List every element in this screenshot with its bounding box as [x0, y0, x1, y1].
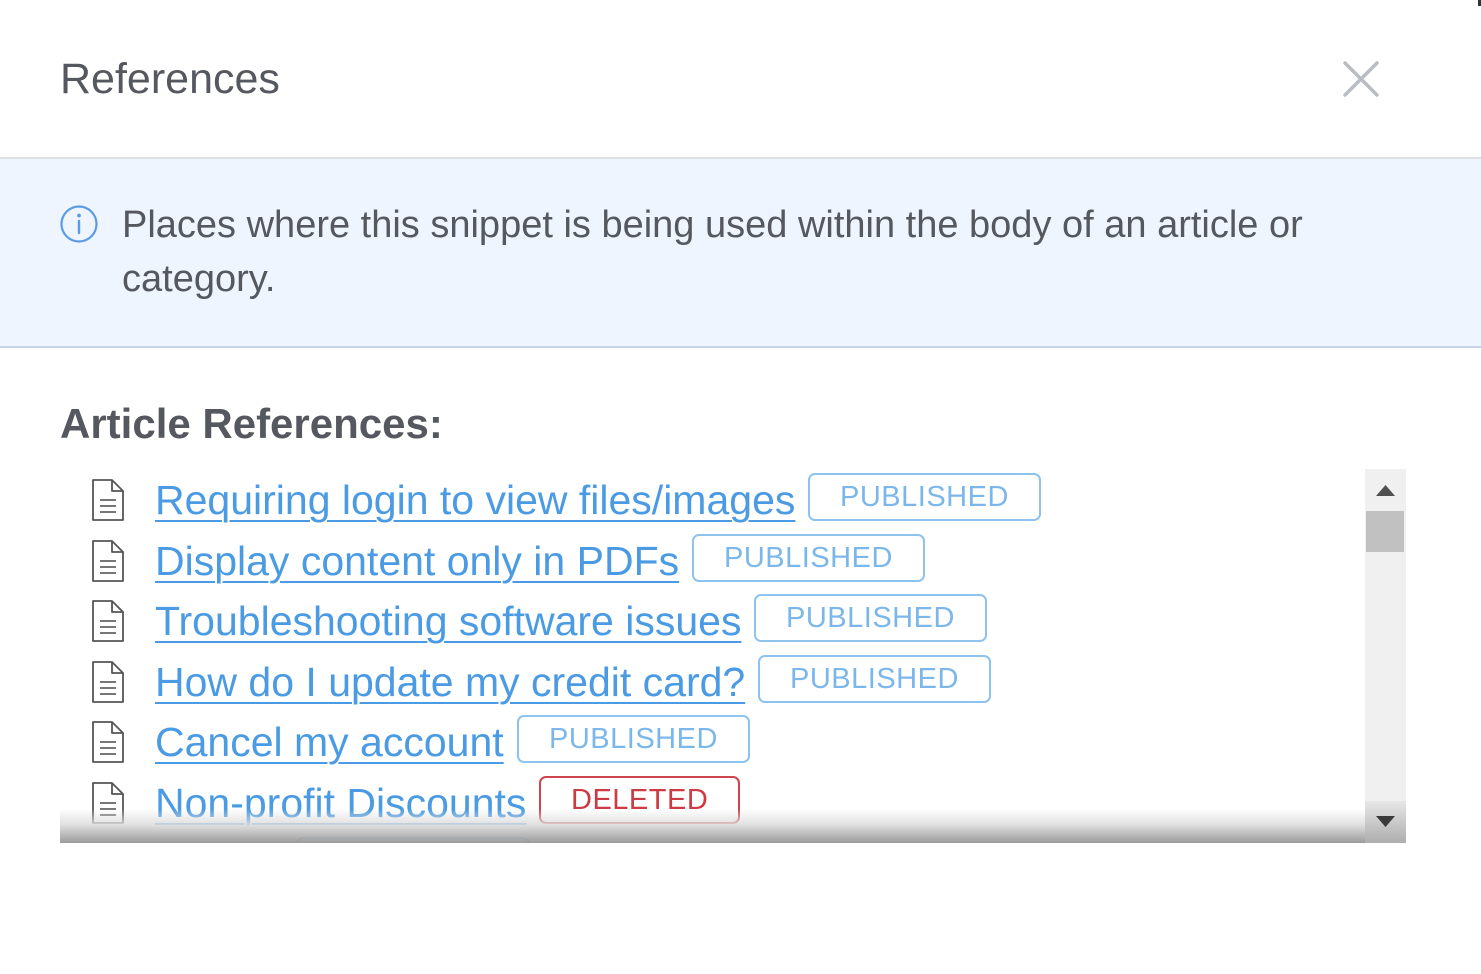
- scrollbar[interactable]: [1365, 469, 1406, 843]
- status-badge-partial: [296, 836, 530, 843]
- reference-item-partial: [60, 835, 1360, 843]
- references-modal: References Places where this snippet is …: [0, 0, 1481, 974]
- info-icon: [60, 205, 98, 243]
- modal-title: References: [60, 55, 280, 103]
- reference-link[interactable]: Requiring login to view files/images: [155, 475, 795, 525]
- reference-link[interactable]: Display content only in PDFs: [155, 536, 679, 586]
- reference-item: Non-profit Discounts DELETED: [60, 774, 1360, 835]
- reference-item: Troubleshooting software issues PUBLISHED: [60, 592, 1360, 653]
- document-icon: [92, 479, 124, 521]
- article-references-heading: Article References:: [60, 400, 443, 447]
- status-badge: DELETED: [539, 775, 741, 824]
- document-icon: [92, 600, 124, 643]
- info-text: Places where this snippet is being used …: [122, 204, 1303, 300]
- reference-link[interactable]: Non-profit Discounts: [155, 778, 526, 828]
- reference-item: Cancel my account PUBLISHED: [60, 713, 1360, 774]
- reference-item: Display content only in PDFs PUBLISHED: [60, 532, 1360, 593]
- document-icon: [92, 842, 113, 843]
- triangle-down-icon: [1376, 816, 1395, 827]
- status-badge: PUBLISHED: [758, 654, 991, 703]
- close-icon: [1343, 61, 1379, 97]
- scroll-down-button[interactable]: [1365, 801, 1406, 843]
- document-icon: [92, 782, 124, 824]
- reference-item: Requiring login to view files/images PUBL…: [60, 471, 1360, 532]
- reference-item: How do I update my credit card? PUBLISHED: [60, 653, 1360, 714]
- reference-link[interactable]: Cancel my account: [155, 717, 504, 767]
- document-icon: [92, 660, 124, 703]
- modal-header: References: [0, 0, 1481, 159]
- status-badge: PUBLISHED: [517, 715, 750, 764]
- status-badge: PUBLISHED: [692, 533, 925, 582]
- scroll-up-button[interactable]: [1365, 469, 1406, 511]
- reference-link[interactable]: Troubleshooting software issues: [155, 596, 741, 646]
- document-icon: [92, 721, 124, 764]
- reference-link[interactable]: How do I update my credit card?: [155, 657, 745, 707]
- status-badge: PUBLISHED: [754, 594, 987, 643]
- scroll-thumb[interactable]: [1366, 511, 1404, 552]
- status-badge: PUBLISHED: [808, 473, 1041, 521]
- triangle-up-icon: [1376, 485, 1395, 496]
- close-button[interactable]: [1336, 54, 1386, 104]
- article-references-list[interactable]: Requiring login to view files/images PUBL…: [60, 469, 1406, 843]
- reference-items: Requiring login to view files/images PUBL…: [60, 471, 1360, 843]
- document-icon: [92, 539, 124, 582]
